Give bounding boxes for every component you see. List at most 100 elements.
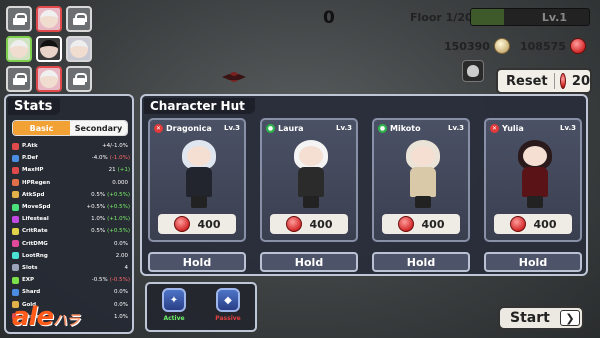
squad-slot-hero[interactable] (36, 66, 62, 92)
squad-slot-hero[interactable] (66, 36, 92, 62)
character-name: Dragonica (166, 123, 212, 133)
stat-value: 0.0% (114, 289, 128, 296)
stat-delta: (+0.5%) (107, 228, 130, 235)
stat-value: 1.0% (91, 216, 106, 223)
stat-value: +0.5% (86, 204, 106, 211)
hold-button-mikoto[interactable]: Hold (372, 252, 470, 272)
stats-panel: Stats Basic Secondary P.Atk +4/-1.0% P.Def… (4, 94, 134, 334)
stat-value: 2.00 (115, 252, 128, 259)
stat-icon (12, 203, 19, 211)
stat-value: 4 (124, 264, 129, 271)
stat-row: CritDMG 0.0% (12, 238, 130, 250)
stat-name: Shard (22, 289, 41, 296)
character-head (523, 146, 547, 166)
lock-icon (73, 73, 87, 85)
stat-name: HPRegen (22, 179, 51, 186)
character-sprite (398, 140, 448, 210)
skill-passive[interactable]: ◆ Passive (207, 288, 249, 328)
character-sprite (286, 140, 336, 210)
character-card-header: ✕ Yulia Lv.3 (486, 120, 580, 136)
hero-portrait (40, 70, 58, 88)
lock-icon (73, 13, 87, 25)
character-head (411, 146, 435, 166)
stat-row: P.Atk +4/-1.0% (12, 140, 130, 152)
stat-name: AtkSpd (22, 191, 45, 198)
character-card-dragonica[interactable]: ✕ Dragonica Lv.3 400 (148, 118, 246, 242)
character-hut-panel: Character Hut ✕ Dragonica Lv.3 400 Hold ● Laur… (140, 94, 588, 276)
stat-row: P.Def -4.0% (-1.0%) (12, 152, 130, 164)
character-card-yulia[interactable]: ✕ Yulia Lv.3 400 (484, 118, 582, 242)
buy-price-button[interactable]: 400 (382, 214, 460, 234)
attack-class-icon: ✕ (154, 123, 163, 133)
stat-name: P.Atk (22, 143, 38, 150)
stat-delta: (+0.5%) (107, 204, 130, 211)
character-card-laura[interactable]: ● Laura Lv.3 400 (260, 118, 358, 242)
squad-slot-hero[interactable] (6, 36, 32, 62)
stat-name: CritRate (22, 228, 48, 235)
character-body (186, 167, 212, 197)
squad-slot-locked[interactable] (6, 66, 32, 92)
reset-label: Reset (506, 73, 548, 89)
stat-list[interactable]: P.Atk +4/-1.0% P.Def -4.0% (-1.0%) MaxHP 21 (+1… (12, 140, 130, 323)
character-body (298, 167, 324, 197)
buy-price-button[interactable]: 400 (270, 214, 348, 234)
stat-value: 0.000 (112, 179, 128, 186)
level-progress-fill (471, 9, 505, 25)
stat-row: Shard 0.0% (12, 286, 130, 298)
tab-basic[interactable]: Basic (13, 121, 70, 135)
level-progress-bar: Lv.1 (470, 8, 590, 26)
stat-icon (12, 215, 19, 223)
squad-slot-locked[interactable] (6, 6, 32, 32)
stat-row: CritRate 0.5% (+0.5%) (12, 225, 130, 237)
skill-active[interactable]: ✦ Active (153, 288, 195, 328)
reset-button[interactable]: Reset 20 (496, 68, 592, 94)
score-counter: 0 (323, 8, 335, 28)
character-legs (191, 196, 207, 208)
stat-delta: (+0.5%) (107, 191, 130, 198)
stat-name: Lifesteal (22, 216, 49, 223)
character-name: Mikoto (390, 123, 421, 133)
skull-icon (467, 65, 479, 77)
stat-icon (12, 142, 19, 150)
buy-price-button[interactable]: 400 (494, 214, 572, 234)
tab-secondary[interactable]: Secondary (70, 121, 127, 135)
hold-button-dragonica[interactable]: Hold (148, 252, 246, 272)
stat-row: LootRng 2.00 (12, 250, 130, 262)
squad-slot-locked[interactable] (66, 66, 92, 92)
stat-icon (12, 240, 19, 248)
stat-name: MaxHP (22, 167, 44, 174)
character-legs (527, 196, 543, 208)
character-level: Lv.3 (336, 124, 352, 132)
gold-coin-icon (493, 38, 510, 54)
price-amount: 400 (533, 217, 557, 231)
skills-panel: ✦ Active ◆ Passive (145, 282, 257, 332)
watermark-sub: ハラ (53, 313, 80, 329)
stats-tabs: Basic Secondary (12, 120, 128, 136)
support-class-icon: ● (266, 123, 275, 133)
stat-row: AtkSpd 0.5% (+0.5%) (12, 189, 130, 201)
gem-counter: 108575 (520, 38, 586, 54)
lock-icon (13, 13, 27, 25)
stat-icon (12, 252, 19, 260)
squad-slot-locked[interactable] (66, 6, 92, 32)
stat-icon (12, 288, 19, 296)
boss-skull-button[interactable] (462, 60, 484, 82)
stat-icon (12, 191, 19, 199)
stat-name: LootRng (22, 252, 48, 259)
hold-button-laura[interactable]: Hold (260, 252, 358, 272)
character-level: Lv.3 (448, 124, 464, 132)
watermark-main: ale (12, 302, 54, 332)
stat-delta: (+1) (117, 167, 130, 174)
character-card-mikoto[interactable]: ● Mikoto Lv.3 400 (372, 118, 470, 242)
gem-icon (569, 38, 586, 54)
start-button[interactable]: Start ❯ (498, 306, 584, 330)
hold-button-yulia[interactable]: Hold (484, 252, 582, 272)
character-card-header: ● Mikoto Lv.3 (374, 120, 468, 136)
gem-icon (559, 73, 566, 89)
buy-price-button[interactable]: 400 (158, 214, 236, 234)
squad-slot-hero[interactable] (36, 36, 62, 62)
squad-slot-hero[interactable] (36, 6, 62, 32)
stat-value: 1.0% (114, 313, 128, 320)
character-sprite (510, 140, 560, 210)
character-body (410, 167, 436, 197)
